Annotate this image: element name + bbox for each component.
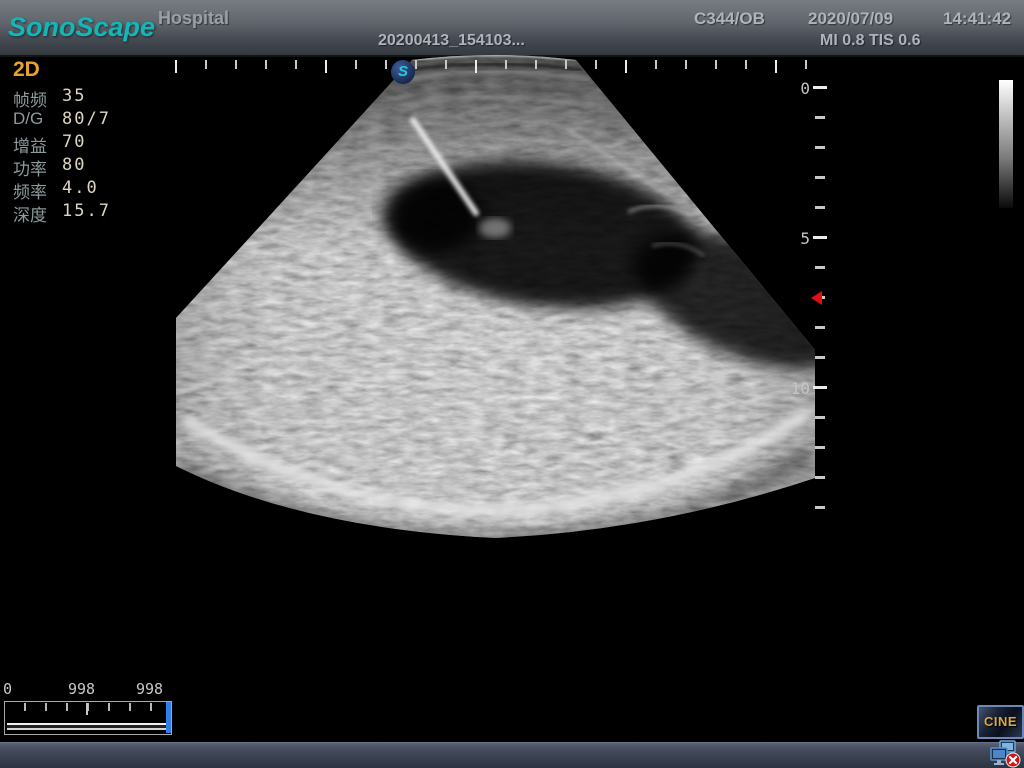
network-disconnected-icon[interactable] — [988, 740, 1022, 768]
param-row-frame-rate: 帧频 35 — [13, 86, 163, 109]
param-label: 增益 — [13, 132, 47, 157]
cine-scroll-track[interactable] — [7, 723, 167, 730]
ultrasound-image — [170, 54, 830, 550]
param-value: 15.7 — [62, 201, 111, 221]
top-status-bar: SonoScape Hospital C344/OB 2020/07/09 14… — [0, 0, 1024, 57]
param-value: 80/7 — [62, 109, 111, 129]
probe-exam-id: C344/OB — [694, 9, 765, 29]
param-label: 深度 — [13, 201, 47, 226]
taskbar — [0, 742, 1024, 768]
current-file-name: 20200413_154103... — [378, 32, 525, 50]
depth-ruler-major-ticks — [813, 86, 827, 420]
param-row-power: 功率 80 — [13, 155, 163, 178]
time-display: 14:41:42 — [943, 9, 1011, 29]
probe-marker-icon: S — [391, 60, 415, 84]
param-value: 70 — [62, 132, 86, 152]
param-label: D/G — [13, 109, 43, 129]
param-row-gain: 增益 70 — [13, 132, 163, 155]
grayscale-map-bar — [999, 80, 1013, 208]
param-row-frequency: 频率 4.0 — [13, 178, 163, 201]
param-row-depth: 深度 15.7 — [13, 201, 163, 224]
depth-label-0: 0 — [778, 79, 810, 98]
cine-start-frame: 0 — [3, 680, 12, 698]
cine-total-frames: 998 — [136, 680, 163, 698]
focus-marker-icon[interactable] — [811, 291, 822, 305]
param-label: 功率 — [13, 155, 47, 180]
cine-current-frame: 998 — [68, 680, 95, 698]
param-row-dynamic-range: D/G 80/7 — [13, 109, 163, 132]
depth-label-5: 5 — [778, 229, 810, 248]
depth-label-10: 10 — [778, 379, 810, 398]
cine-position-thumb[interactable] — [166, 702, 171, 733]
cine-button[interactable]: CINE — [977, 705, 1024, 739]
date-display: 2020/07/09 — [808, 9, 893, 29]
cine-ruler-center-tick — [86, 703, 88, 715]
ultrasound-screen: SonoScape Hospital C344/OB 2020/07/09 14… — [0, 0, 1024, 768]
mi-tis-display: MI 0.8 TIS 0.6 — [820, 32, 920, 50]
mode-label: 2D — [13, 58, 40, 82]
horizontal-ruler-major-ticks — [175, 60, 823, 73]
param-value: 80 — [62, 155, 86, 175]
sonoscape-logo: SonoScape — [8, 12, 155, 43]
hospital-name: Hospital — [158, 8, 229, 29]
param-value: 35 — [62, 86, 86, 106]
param-label: 帧频 — [13, 86, 47, 111]
param-value: 4.0 — [62, 178, 99, 198]
param-label: 频率 — [13, 178, 47, 203]
